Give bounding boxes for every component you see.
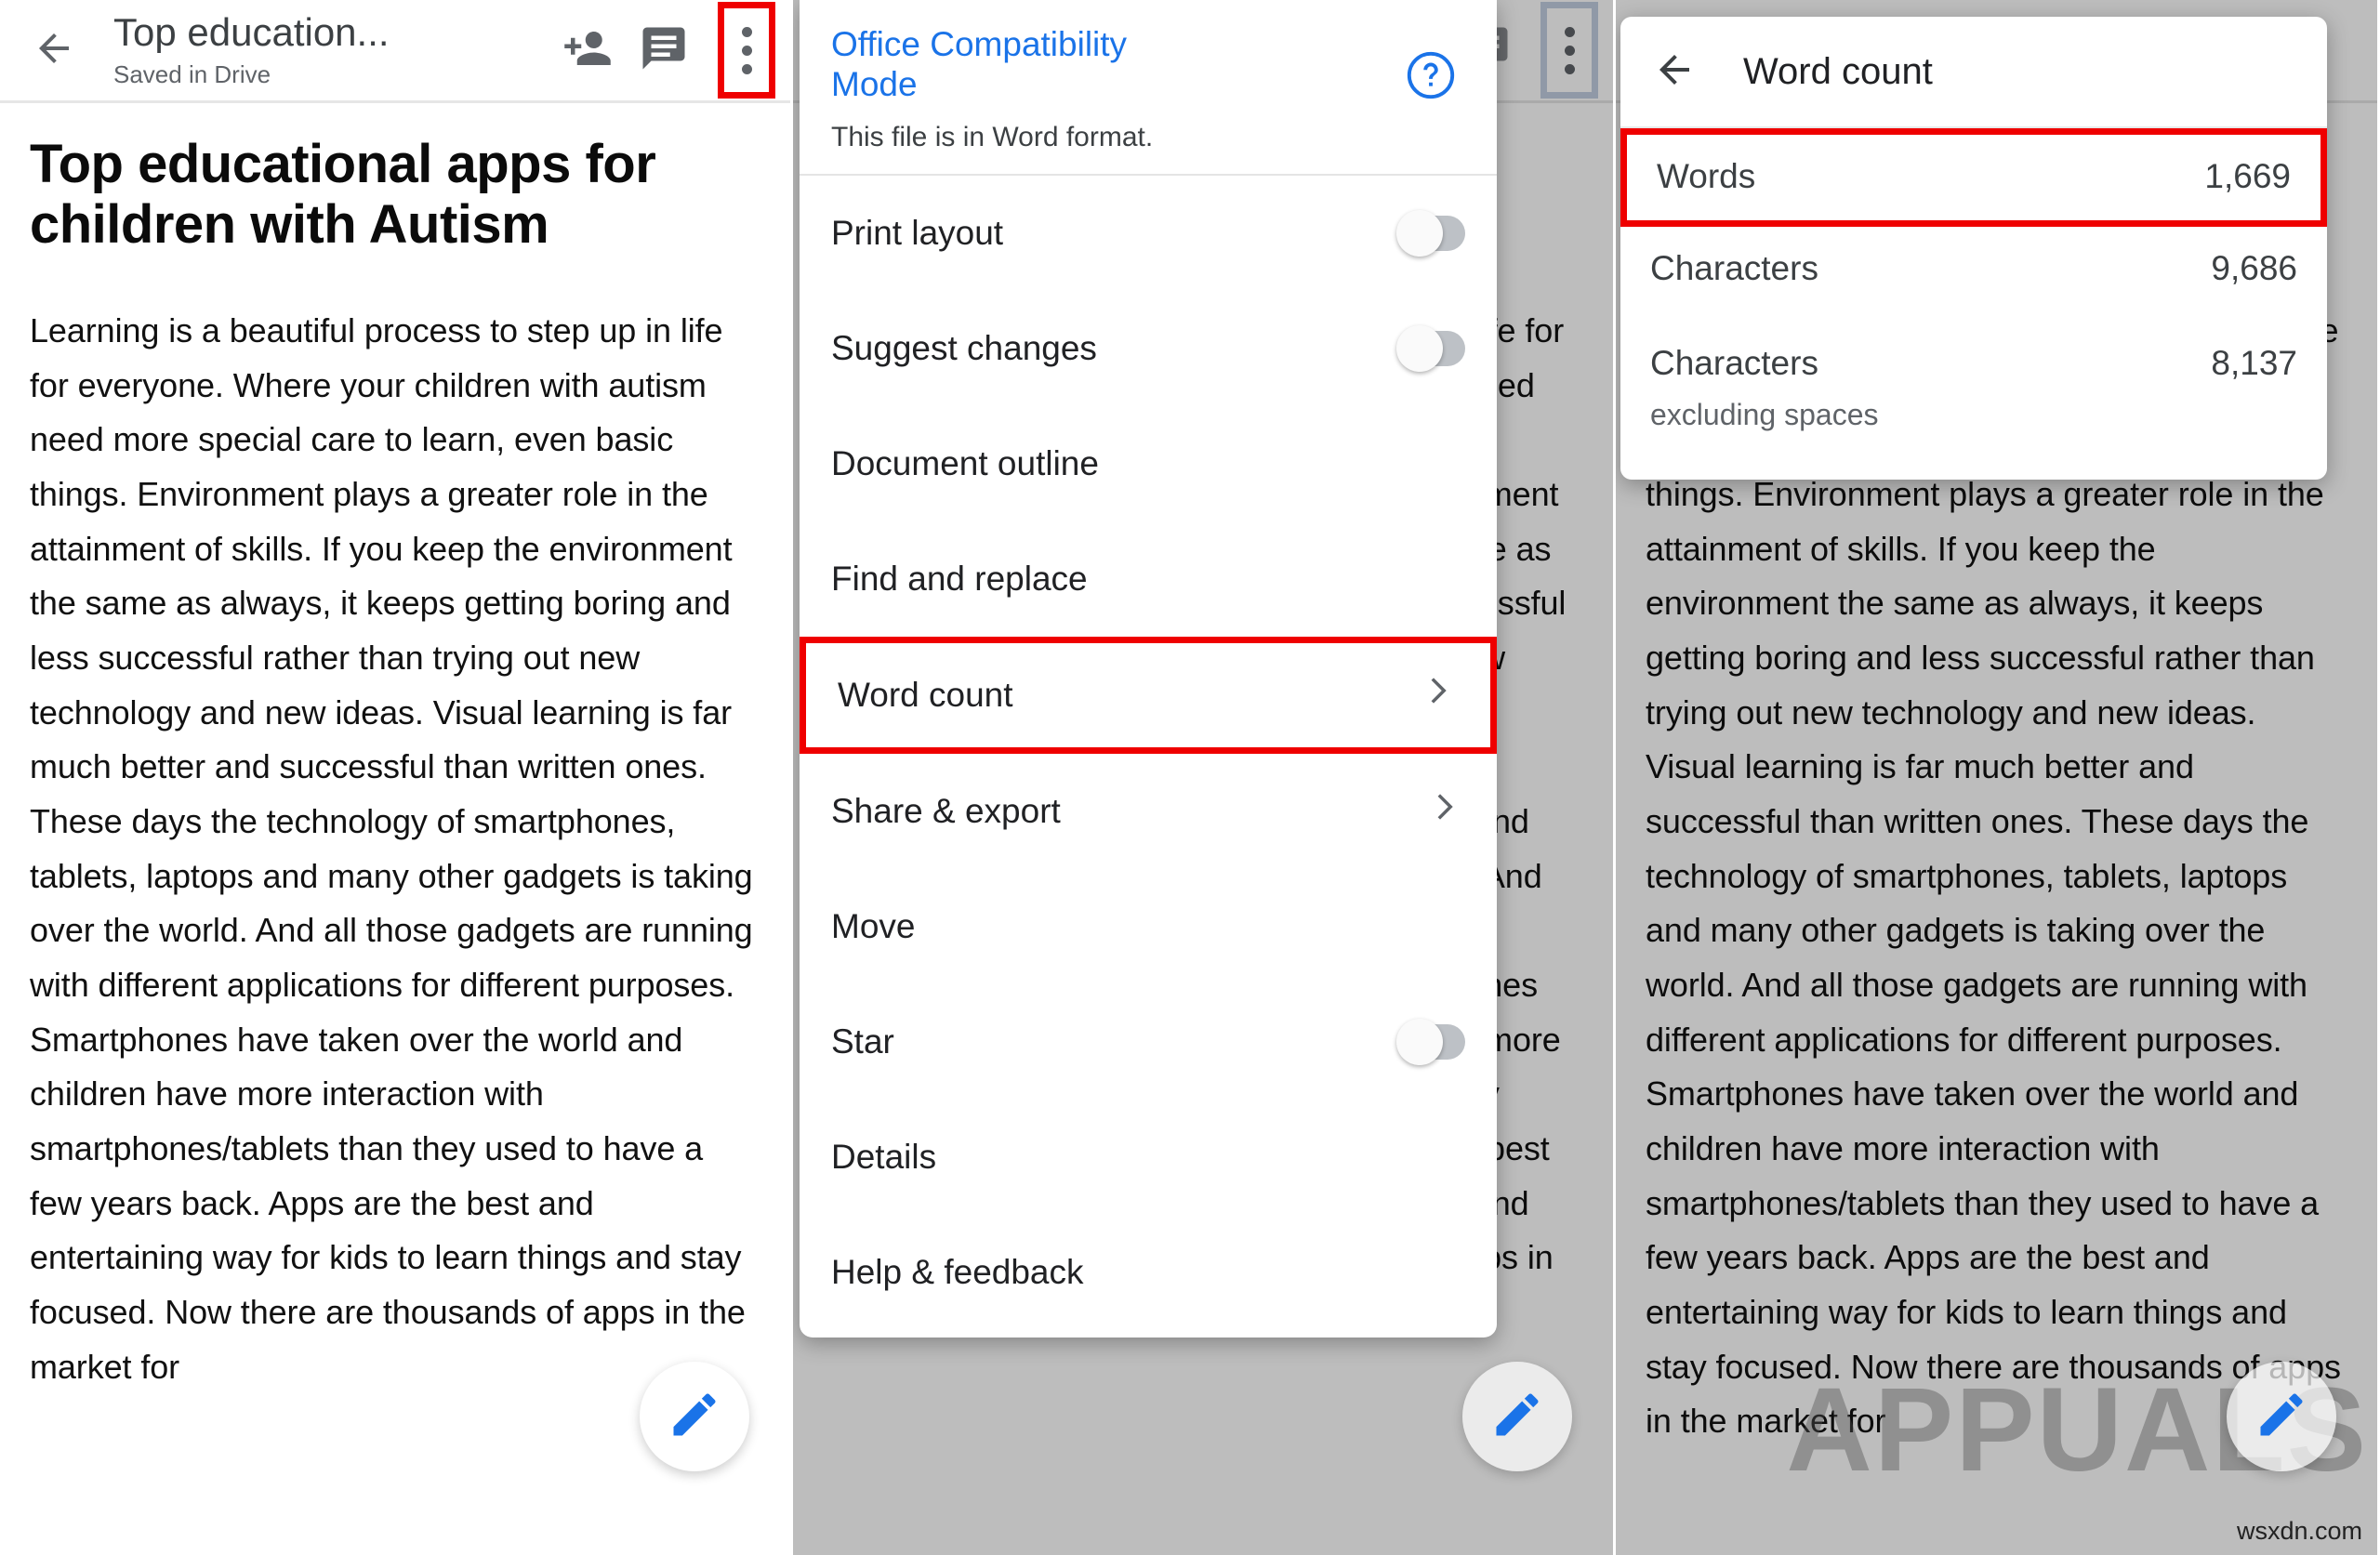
edit-fab-3[interactable] [2227, 1362, 2336, 1471]
comments-button[interactable] [628, 15, 699, 86]
menu-item-move[interactable]: Move [800, 869, 1497, 984]
arrow-left-icon [1652, 47, 1697, 97]
back-button[interactable] [15, 11, 93, 89]
menu-item-suggest-changes[interactable]: Suggest changes [800, 291, 1497, 406]
document-body: Top educational apps for children with A… [0, 103, 790, 1394]
menu-item-label: Print layout [831, 213, 1004, 252]
word-count-title: Word count [1743, 50, 1933, 92]
word-count-back-button[interactable] [1646, 44, 1702, 99]
comment-icon [639, 23, 689, 78]
panel-overflow-menu: Top education... Saved in Drive [790, 0, 1613, 1555]
word-count-label: Characters [1650, 249, 1818, 287]
menu-item-label: Document outline [831, 443, 1099, 482]
word-count-row: Words 1,669 [1620, 128, 2327, 227]
toggle-switch[interactable] [1396, 324, 1465, 372]
pencil-icon [1489, 1387, 1545, 1447]
pencil-icon [667, 1387, 722, 1447]
doc-save-status: Saved in Drive [113, 60, 271, 89]
edit-fab[interactable] [640, 1362, 749, 1471]
word-count-value: 1,669 [2204, 157, 2291, 195]
edit-fab-2[interactable] [1462, 1362, 1572, 1471]
doc-title: Top education... [113, 10, 390, 54]
help-button[interactable] [1404, 48, 1458, 107]
menu-item-word-count[interactable]: Word count [800, 636, 1497, 754]
watermark-site: wsxdn.com [2236, 1517, 2362, 1545]
word-count-label: Characters [1650, 344, 1818, 382]
kebab-menu-icon [741, 26, 752, 74]
menu-item-label: Suggest changes [831, 328, 1097, 367]
menu-item-find-and-replace[interactable]: Find and replace [800, 521, 1497, 637]
toggle-switch[interactable] [1396, 209, 1465, 257]
office-compatibility-banner: Office Compatibility Mode This file is i… [800, 0, 1497, 174]
office-compatibility-text: Office Compatibility Mode This file is i… [831, 24, 1404, 153]
more-options-button[interactable] [718, 2, 775, 99]
add-person-button[interactable] [552, 15, 623, 86]
word-count-rows: Words 1,669 Characters 9,686 Characters 8,137… [1620, 128, 2327, 459]
toggle-switch[interactable] [1396, 1018, 1465, 1065]
document-paragraph: Learning is a beautiful process to step … [30, 310, 753, 1386]
word-count-value: 8,137 [2211, 344, 2297, 382]
menu-item-label: Help & feedback [831, 1252, 1084, 1291]
word-count-label: Words [1657, 157, 1756, 195]
menu-item-details[interactable]: Details [800, 1100, 1497, 1215]
help-circle-icon [1404, 51, 1458, 106]
person-add-icon [562, 23, 613, 78]
word-count-row: Characters 9,686 [1620, 227, 2327, 322]
menu-item-label: Move [831, 906, 916, 945]
arrow-left-icon [32, 26, 76, 75]
menu-item-label: Star [831, 1021, 894, 1061]
menu-item-print-layout[interactable]: Print layout [800, 176, 1497, 291]
office-mode-subtitle: This file is in Word format. [831, 121, 1154, 152]
menu-item-label: Share & export [831, 791, 1061, 830]
pencil-icon [2254, 1387, 2309, 1447]
screenshot-triptych: Top education... Saved in Drive Top educ… [0, 0, 2380, 1555]
word-count-row: Characters 8,137 excluding spaces [1620, 322, 2327, 459]
app-bar-actions [552, 2, 775, 99]
menu-item-star[interactable]: Star [800, 984, 1497, 1100]
app-bar: Top education... Saved in Drive [0, 0, 790, 100]
panel-document-view: Top education... Saved in Drive Top educ… [0, 0, 790, 1555]
word-count-dialog: Word count Words 1,669 Characters 9,686 Char… [1620, 17, 2327, 480]
menu-item-label: Details [831, 1137, 937, 1176]
overflow-menu: Office Compatibility Mode This file is i… [800, 0, 1497, 1338]
office-mode-title: Office Compatibility Mode [831, 25, 1128, 104]
word-count-sublabel: excluding spaces [1650, 397, 1879, 431]
document-heading: Top educational apps for children with A… [30, 134, 656, 255]
menu-item-document-outline[interactable]: Document outline [800, 406, 1497, 521]
menu-item-label: Word count [838, 675, 1013, 714]
panel-word-count: Top education... Saved in Drive Top educ… [1613, 0, 2377, 1555]
menu-item-share-export[interactable]: Share & export [800, 754, 1497, 869]
word-count-header: Word count [1620, 17, 2327, 126]
word-count-value: 9,686 [2211, 249, 2297, 287]
overflow-menu-items: Print layout Suggest changes Document outl… [800, 176, 1497, 1330]
chevron-right-icon [1420, 671, 1459, 718]
chevron-right-icon [1426, 787, 1465, 835]
menu-item-help-feedback[interactable]: Help & feedback [800, 1215, 1497, 1330]
menu-item-label: Find and replace [831, 559, 1088, 598]
title-block: Top education... Saved in Drive [93, 11, 552, 89]
